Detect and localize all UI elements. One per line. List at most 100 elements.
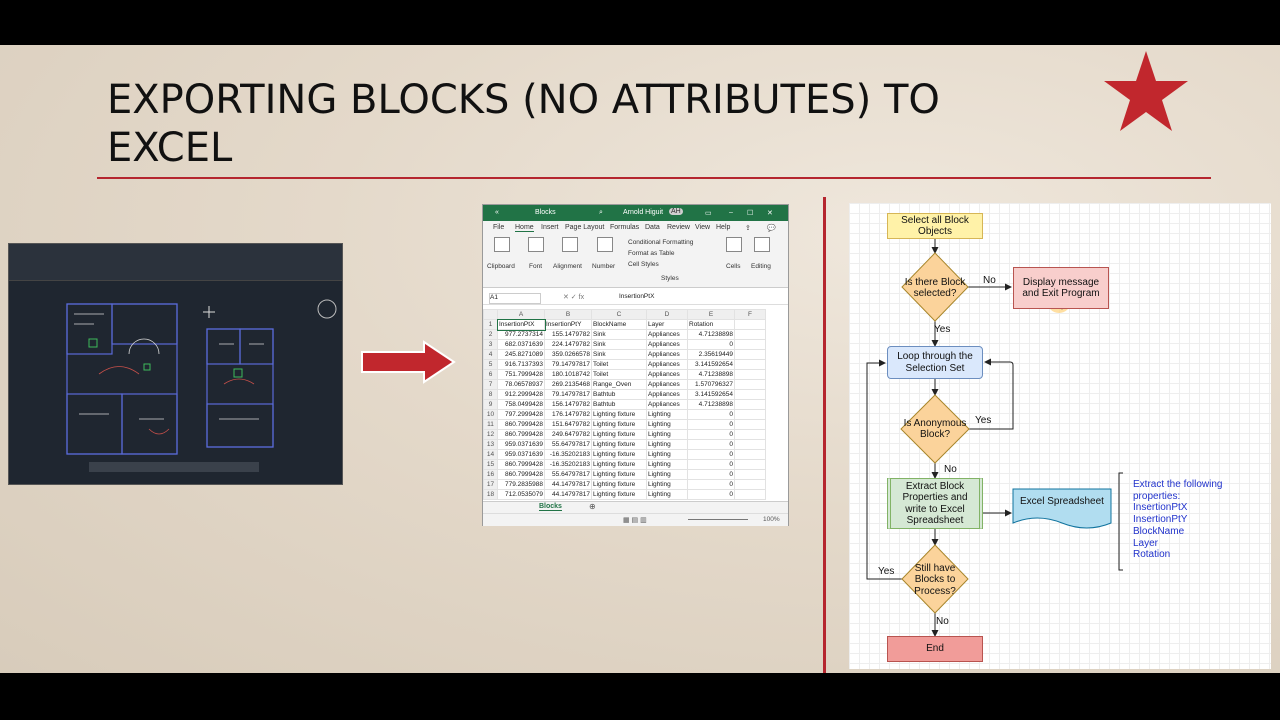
cell[interactable]: Appliances [646,399,688,410]
cell[interactable]: 156.1479782 [544,399,592,410]
cell[interactable]: 3.141592654 [687,359,735,370]
row-header[interactable]: 11 [483,419,498,430]
row-header[interactable]: 15 [483,459,498,470]
cell[interactable] [734,459,766,470]
cell[interactable]: Lighting [646,409,688,420]
column-header[interactable]: B [544,309,592,320]
cell[interactable]: 79.14797817 [544,389,592,400]
view-buttons-icon[interactable]: ▦ ▤ ▥ [623,516,647,524]
row-header[interactable]: 12 [483,429,498,440]
cell[interactable]: 0 [687,469,735,480]
cell[interactable]: Range_Oven [591,379,647,390]
row-header[interactable]: 2 [483,329,498,340]
cad-command-line[interactable] [89,462,259,472]
row-header[interactable]: 17 [483,479,498,490]
tab-review[interactable]: Review [667,224,690,231]
cell[interactable]: 0 [687,339,735,350]
avatar[interactable]: AH [669,208,683,215]
row-header[interactable]: 7 [483,379,498,390]
cell[interactable]: Appliances [646,329,688,340]
row-header[interactable]: 8 [483,389,498,400]
cell[interactable]: 155.1479782 [544,329,592,340]
cell[interactable]: 860.7999428 [497,459,545,470]
cell[interactable]: 1.570796327 [687,379,735,390]
row-header[interactable]: 4 [483,349,498,360]
cell[interactable]: Sink [591,349,647,360]
cell[interactable]: 0 [687,429,735,440]
cell[interactable]: 860.7999428 [497,469,545,480]
tab-insert[interactable]: Insert [541,224,559,231]
tab-file[interactable]: File [493,224,504,231]
cell[interactable]: Lighting fixture [591,409,647,420]
cell[interactable]: Lighting fixture [591,469,647,480]
sheet-tab-blocks[interactable]: Blocks [539,503,562,511]
cell[interactable]: 912.2999428 [497,389,545,400]
tab-home[interactable]: Home [515,224,534,232]
cell[interactable]: Bathtub [591,399,647,410]
cell[interactable]: -16.35202183 [544,449,592,460]
cell[interactable]: 0 [687,439,735,450]
cell[interactable]: 682.0371639 [497,339,545,350]
ribbon-display-icon[interactable]: ▭ [705,209,712,217]
cell[interactable]: Appliances [646,389,688,400]
cell[interactable]: InsertionPtY [544,319,592,330]
cell[interactable]: 44.14797817 [544,479,592,490]
cell[interactable]: 4.71238898 [687,369,735,380]
cell[interactable]: 359.0266578 [544,349,592,360]
cell[interactable]: 4.71238898 [687,399,735,410]
cell[interactable]: Lighting fixture [591,459,647,470]
cell[interactable] [734,369,766,380]
cell[interactable] [734,439,766,450]
cell[interactable]: BlockName [591,319,647,330]
tab-formulas[interactable]: Formulas [610,224,639,231]
font-icon[interactable] [528,237,544,252]
row-header[interactable]: 5 [483,359,498,370]
cell[interactable] [734,339,766,350]
cell[interactable] [734,349,766,360]
cell[interactable]: 0 [687,489,735,500]
cell[interactable]: 977.2737314 [497,329,545,340]
cell[interactable] [734,419,766,430]
undo-icon[interactable]: « [495,209,499,216]
cell[interactable]: 176.1479782 [544,409,592,420]
cell[interactable]: Lighting [646,449,688,460]
select-all-corner[interactable] [483,309,498,320]
editing-icon[interactable] [754,237,770,252]
paste-icon[interactable] [494,237,510,252]
cell[interactable]: Appliances [646,379,688,390]
cell[interactable]: Layer [646,319,688,330]
tab-data[interactable]: Data [645,224,660,231]
cell[interactable]: 758.0499428 [497,399,545,410]
cell[interactable]: 269.2135468 [544,379,592,390]
cell[interactable]: 245.8271089 [497,349,545,360]
maximize-icon[interactable]: ☐ [747,209,753,217]
cell[interactable]: Appliances [646,339,688,350]
row-header[interactable]: 1 [483,319,498,330]
cell[interactable]: 249.6479782 [544,429,592,440]
add-sheet-icon[interactable]: ⊕ [589,502,596,511]
cell[interactable]: 797.2999428 [497,409,545,420]
cell[interactable]: 959.0371639 [497,439,545,450]
number-format-icon[interactable] [597,237,613,252]
cell[interactable]: Sink [591,329,647,340]
formula-input[interactable]: InsertionPtX [619,293,654,300]
cell[interactable]: 180.1018742 [544,369,592,380]
column-header[interactable]: C [591,309,647,320]
cell[interactable]: Appliances [646,349,688,360]
cell[interactable] [734,449,766,460]
cell[interactable]: 78.06578937 [497,379,545,390]
conditional-formatting-button[interactable]: Conditional Formatting [628,237,693,248]
cell[interactable]: 0 [687,479,735,490]
cell[interactable]: 0 [687,409,735,420]
cell[interactable]: Lighting [646,419,688,430]
minimize-icon[interactable]: – [729,209,733,216]
row-header[interactable]: 18 [483,489,498,500]
cell[interactable]: 44.14797817 [544,489,592,500]
group-font[interactable]: Font [529,263,542,270]
cell[interactable]: Lighting [646,479,688,490]
row-header[interactable]: 16 [483,469,498,480]
cell[interactable]: Lighting fixture [591,489,647,500]
cell[interactable]: Lighting fixture [591,479,647,490]
cell[interactable]: Appliances [646,359,688,370]
row-header[interactable]: 6 [483,369,498,380]
